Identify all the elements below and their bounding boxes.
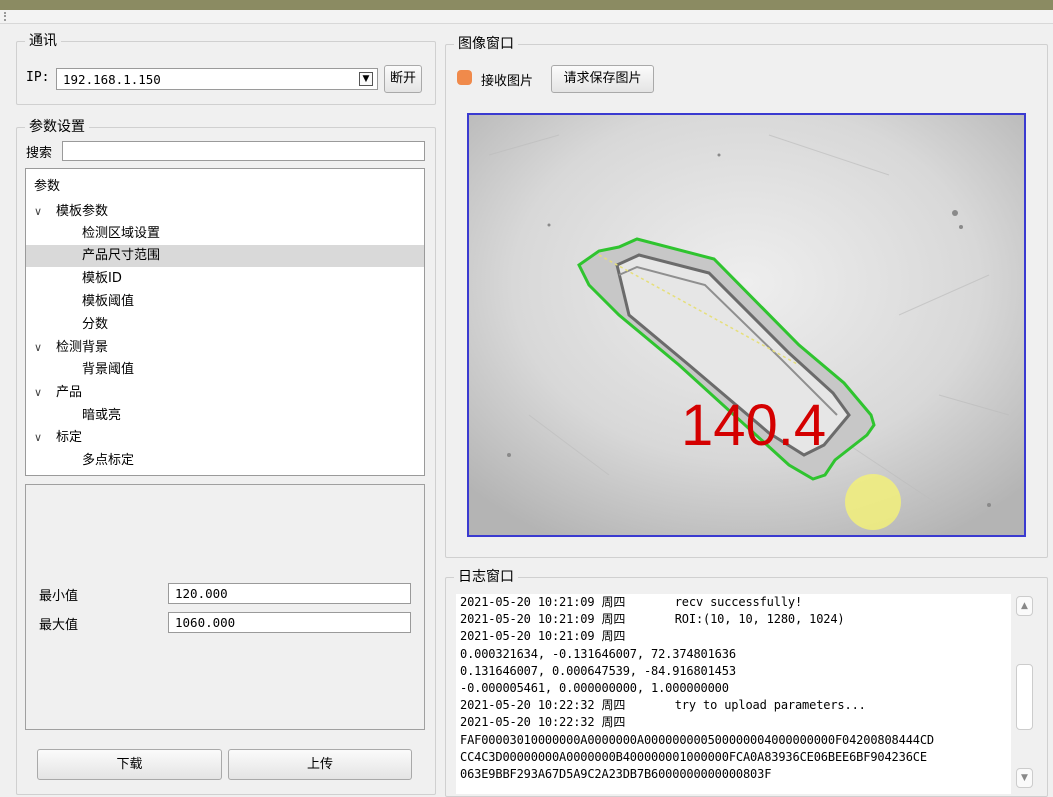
tree-item-template-params[interactable]: ∨ 模板参数 — [26, 201, 424, 223]
roi-marker — [845, 474, 901, 530]
camera-image-canvas: 140.4 — [469, 115, 1024, 535]
tree-item-background-threshold[interactable]: 背景阈值 — [26, 359, 424, 381]
size-range-panel — [25, 484, 425, 730]
tree-item-product[interactable]: ∨ 产品 — [26, 382, 424, 404]
param-tree[interactable]: 参数 ∨ 模板参数 检测区域设置 产品尺寸范围 模板ID 模板阈值 分数 ∨ 检… — [25, 168, 425, 476]
log-line: 2021-05-20 10:21:09 周四 — [460, 629, 626, 643]
ip-label: IP: — [26, 70, 50, 85]
toolbar-grip[interactable] — [4, 12, 6, 21]
params-group-title: 参数设置 — [25, 118, 89, 136]
tree-item-calibration[interactable]: ∨ 标定 — [26, 427, 424, 449]
receive-image-label: 接收图片 — [481, 74, 534, 89]
scroll-up-icon[interactable]: ▲ — [1016, 596, 1033, 616]
log-line: 2021-05-20 10:22:32 周四 try to upload par… — [460, 698, 866, 712]
tree-item-detect-background[interactable]: ∨ 检测背景 — [26, 337, 424, 359]
log-line: 2021-05-20 10:21:09 周四 recv successfully… — [460, 595, 803, 609]
log-line: 2021-05-20 10:21:09 周四 ROI:(10, 10, 1280… — [460, 612, 845, 626]
tree-item-label: 模板阈值 — [82, 294, 135, 309]
log-text-area[interactable]: 2021-05-20 10:21:09 周四 recv successfully… — [456, 594, 1011, 794]
min-value-label: 最小值 — [39, 589, 79, 604]
tree-item-label: 检测区域设置 — [82, 226, 161, 241]
tree-item-template-id[interactable]: 模板ID — [26, 268, 424, 290]
download-button[interactable]: 下载 — [37, 749, 222, 780]
tree-item-label: 暗或亮 — [82, 408, 122, 423]
tree-item-label: 检测背景 — [56, 340, 109, 355]
tree-item-template-threshold[interactable]: 模板阈值 — [26, 291, 424, 313]
toolbar-strip — [0, 10, 1053, 24]
max-value-field[interactable]: 1060.000 — [168, 612, 411, 633]
scroll-thumb[interactable] — [1016, 664, 1033, 730]
tree-item-product-size-range[interactable]: 产品尺寸范围 — [26, 245, 424, 267]
ip-value: 192.168.1.150 — [63, 72, 161, 87]
upload-button[interactable]: 上传 — [228, 749, 412, 780]
tree-item-label: 标定 — [56, 430, 83, 445]
search-label: 搜索 — [26, 146, 53, 161]
ip-combobox[interactable]: 192.168.1.150 ▼ — [56, 68, 378, 90]
tree-item-label: 模板参数 — [56, 204, 109, 219]
log-line: 0.000321634, -0.131646007, 72.374801636 — [460, 647, 736, 661]
min-value-field[interactable]: 120.000 — [168, 583, 411, 604]
disconnect-button[interactable]: 断开 — [384, 65, 422, 93]
comm-group-title: 通讯 — [25, 32, 61, 50]
log-line: 0.131646007, 0.000647539, -84.916801453 — [460, 664, 736, 678]
log-line: -0.000005461, 0.000000000, 1.000000000 — [460, 681, 729, 695]
max-value-label: 最大值 — [39, 618, 79, 633]
tree-item-multipoint-calibration[interactable]: 多点标定 — [26, 450, 424, 472]
log-line: 063E9BBF293A67D5A9C2A23DB7B6000000000000… — [460, 767, 772, 781]
log-line: 2021-05-20 10:22:32 周四 — [460, 715, 626, 729]
receive-status-indicator — [457, 70, 472, 85]
camera-image[interactable]: 140.4 — [467, 113, 1026, 537]
tree-item-label: 多点标定 — [82, 453, 135, 468]
chevron-down-icon[interactable]: ∨ — [34, 427, 42, 449]
log-scrollbar[interactable]: ▲ ▼ — [1013, 594, 1035, 794]
image-window-title: 图像窗口 — [454, 35, 518, 53]
measurement-overlay: 140.4 — [681, 393, 826, 458]
log-line: CC4C3D00000000A0000000B400000001000000FC… — [460, 750, 927, 764]
tree-header: 参数 — [34, 179, 61, 194]
log-line: FAF00003010000000A0000000A00000000050000… — [460, 733, 934, 747]
tree-item-label: 产品尺寸范围 — [82, 248, 161, 263]
window-title-bar — [0, 0, 1053, 10]
tree-item-label: 产品 — [56, 385, 83, 400]
tree-item-detect-region[interactable]: 检测区域设置 — [26, 223, 424, 245]
tree-item-dark-or-light[interactable]: 暗或亮 — [26, 405, 424, 427]
chevron-down-icon[interactable]: ∨ — [34, 337, 42, 359]
chevron-down-icon[interactable]: ▼ — [359, 72, 373, 86]
scroll-down-icon[interactable]: ▼ — [1016, 768, 1033, 788]
chevron-down-icon[interactable]: ∨ — [34, 201, 42, 223]
tree-item-label: 分数 — [82, 317, 109, 332]
search-input[interactable] — [62, 141, 425, 161]
chevron-down-icon[interactable]: ∨ — [34, 382, 42, 404]
log-window-title: 日志窗口 — [454, 568, 518, 586]
request-save-image-button[interactable]: 请求保存图片 — [551, 65, 654, 93]
tree-item-label: 模板ID — [82, 271, 122, 286]
tree-item-label: 背景阈值 — [82, 362, 135, 377]
tree-item-score[interactable]: 分数 — [26, 314, 424, 336]
